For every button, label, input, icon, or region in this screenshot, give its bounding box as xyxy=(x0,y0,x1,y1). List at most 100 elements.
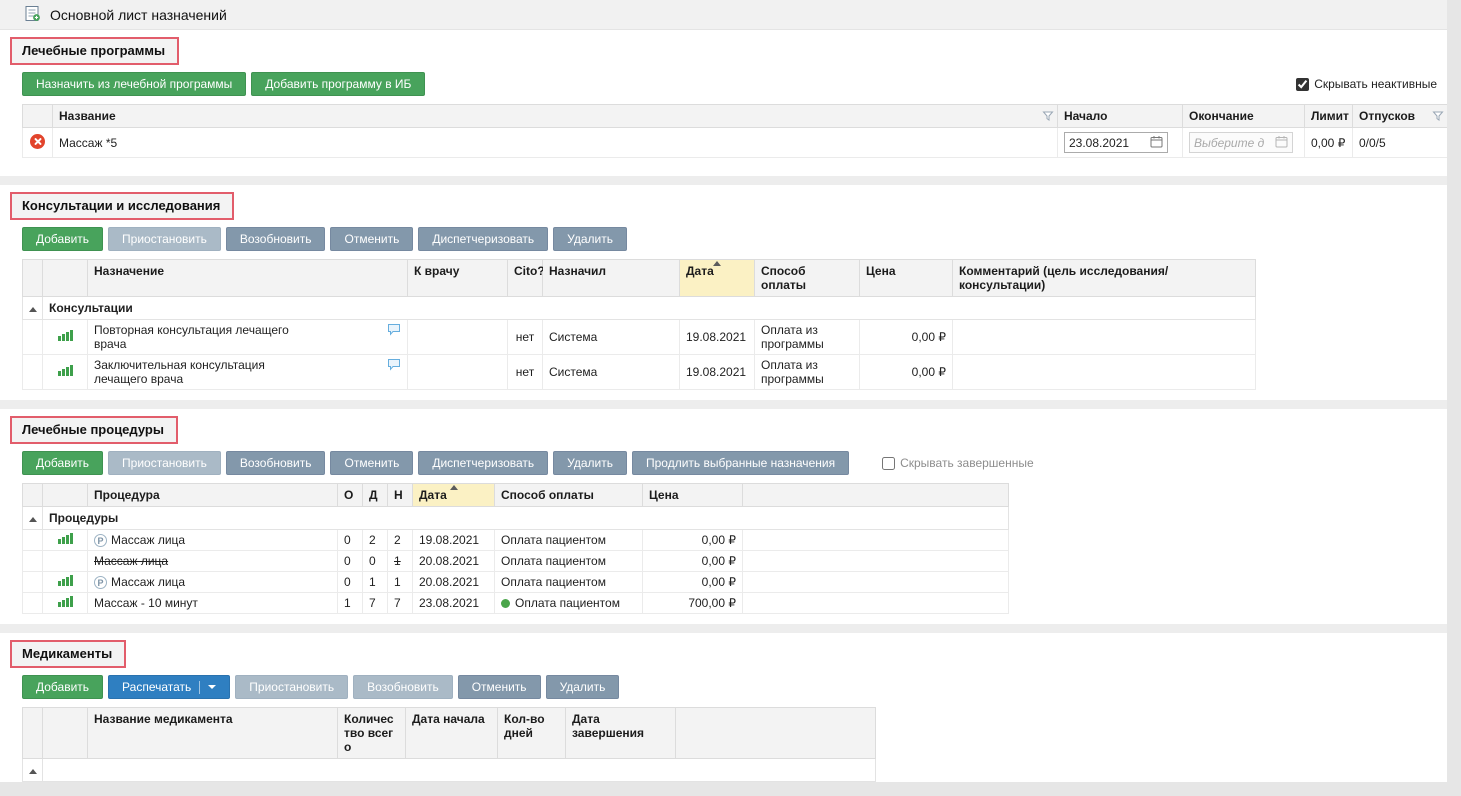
cell-price: 0,00 ₽ xyxy=(643,551,743,572)
column-header-assigned-by[interactable]: Назначил xyxy=(543,260,680,297)
cell-assignment: Повторная консультация лечащего врача xyxy=(88,320,408,355)
column-header-vacations[interactable]: Отпусков xyxy=(1353,105,1448,128)
calendar-icon[interactable] xyxy=(1150,135,1163,151)
cell-status xyxy=(43,551,88,572)
column-header-start[interactable]: Дата начала xyxy=(406,708,498,759)
status-active-icon xyxy=(58,575,73,586)
pause-consultation-button[interactable]: Приостановить xyxy=(108,227,221,251)
cell-procedure-name: Массаж лица xyxy=(88,572,338,593)
hide-completed-checkbox-input[interactable] xyxy=(882,457,895,470)
delete-consultation-button[interactable]: Удалить xyxy=(553,227,627,251)
collapse-group-icon[interactable] xyxy=(29,769,37,774)
column-header-doctor[interactable]: К врачу xyxy=(408,260,508,297)
pause-procedure-button[interactable]: Приостановить xyxy=(108,451,221,475)
column-header-med-name[interactable]: Название медикамента xyxy=(88,708,338,759)
pause-medication-button[interactable]: Приостановить xyxy=(235,675,348,699)
comment-bubble-icon[interactable] xyxy=(387,358,401,374)
consultation-row[interactable]: Заключительная консультация лечащего вра… xyxy=(23,355,1256,390)
hide-inactive-checkbox-input[interactable] xyxy=(1296,78,1309,91)
column-header-end[interactable]: Дата завершения xyxy=(566,708,676,759)
deactivate-program-icon[interactable] xyxy=(30,134,45,149)
column-header-payment[interactable]: Способ оплаты xyxy=(495,484,643,507)
medications-table: Название медикамента Количество всего Да… xyxy=(22,707,876,782)
delete-procedure-button[interactable]: Удалить xyxy=(553,451,627,475)
procedure-row[interactable]: Массаж лица 0 0 1 20.08.2021 Оплата паци… xyxy=(23,551,1009,572)
column-header-cito[interactable]: Cito? xyxy=(508,260,543,297)
collapse-group-icon[interactable] xyxy=(29,517,37,522)
column-header-limit[interactable]: Лимит xyxy=(1305,105,1353,128)
procedure-row[interactable]: Массаж - 10 минут 1 7 7 23.08.2021 Оплат… xyxy=(23,593,1009,614)
column-header-price[interactable]: Цена xyxy=(860,260,953,297)
column-header-end[interactable]: Окончание xyxy=(1183,105,1305,128)
cancel-consultation-button[interactable]: Отменить xyxy=(330,227,413,251)
hide-inactive-checkbox[interactable]: Скрывать неактивные xyxy=(1296,77,1437,91)
end-date-input[interactable]: Выберите д xyxy=(1189,132,1293,153)
delete-medication-button[interactable]: Удалить xyxy=(546,675,620,699)
column-header-name[interactable]: Название xyxy=(53,105,1058,128)
resume-consultation-button[interactable]: Возобновить xyxy=(226,227,326,251)
add-medication-button[interactable]: Добавить xyxy=(22,675,103,699)
cell-n: 2 xyxy=(388,530,413,551)
group-label: Консультации xyxy=(43,297,1256,320)
column-header-comment[interactable]: Комментарий (цель исследования/ консульт… xyxy=(953,260,1256,297)
cell-o: 0 xyxy=(338,572,363,593)
collapse-group-icon[interactable] xyxy=(29,307,37,312)
section-title-programs: Лечебные программы xyxy=(10,37,179,65)
cell-date: 19.08.2021 xyxy=(680,355,755,390)
cell-cito: нет xyxy=(508,320,543,355)
column-header-date[interactable]: Дата xyxy=(680,260,755,297)
column-header-price[interactable]: Цена xyxy=(643,484,743,507)
column-header-status xyxy=(43,484,88,507)
dispatch-procedure-button[interactable]: Диспетчеризовать xyxy=(418,451,548,475)
button-separator xyxy=(199,681,200,694)
dispatch-consultation-button[interactable]: Диспетчеризовать xyxy=(418,227,548,251)
column-header-assignment[interactable]: Назначение xyxy=(88,260,408,297)
column-header-payment[interactable]: Способ оплаты xyxy=(755,260,860,297)
hide-completed-checkbox[interactable]: Скрывать завершенные xyxy=(882,456,1034,470)
procedures-section-head: Лечебные процедуры xyxy=(0,409,1447,448)
medications-section: Добавить Распечатать Приостановить Возоб… xyxy=(0,675,1447,782)
cell-expand xyxy=(23,297,43,320)
filter-icon[interactable] xyxy=(1042,110,1054,125)
cell-comment xyxy=(953,355,1256,390)
resume-medication-button[interactable]: Возобновить xyxy=(353,675,453,699)
column-header-o[interactable]: О xyxy=(338,484,363,507)
cell-payment: Оплата из программы xyxy=(755,320,860,355)
extend-selected-button[interactable]: Продлить выбранные назначения xyxy=(632,451,849,475)
cell-status xyxy=(43,782,88,783)
comment-bubble-icon[interactable] xyxy=(387,323,401,339)
assign-from-program-button[interactable]: Назначить из лечебной программы xyxy=(22,72,246,96)
medication-row[interactable]: Анаприлин 10 (Anaprilin) 10 23.08.2021 1… xyxy=(23,782,876,783)
column-header-procedure[interactable]: Процедура xyxy=(88,484,338,507)
procedure-row[interactable]: Массаж лица 0 2 2 19.08.2021 Оплата паци… xyxy=(23,530,1009,551)
cancel-procedure-button[interactable]: Отменить xyxy=(330,451,413,475)
cell-price: 0,00 ₽ xyxy=(643,530,743,551)
cell-price: 0,00 ₽ xyxy=(860,355,953,390)
column-header-start[interactable]: Начало xyxy=(1058,105,1183,128)
print-button[interactable]: Распечатать xyxy=(108,675,230,699)
calendar-icon[interactable] xyxy=(1275,135,1288,151)
add-procedure-button[interactable]: Добавить xyxy=(22,451,103,475)
cell-empty xyxy=(743,572,1009,593)
consultation-row[interactable]: Повторная консультация лечащего врача не… xyxy=(23,320,1256,355)
cell-payment: Оплата пациентом xyxy=(495,530,643,551)
program-row[interactable]: Массаж *5 23.08.2021 Выберите д xyxy=(23,128,1448,158)
column-header-date[interactable]: Дата xyxy=(413,484,495,507)
add-program-to-ib-button[interactable]: Добавить программу в ИБ xyxy=(251,72,425,96)
start-date-input[interactable]: 23.08.2021 xyxy=(1064,132,1168,153)
cancel-medication-button[interactable]: Отменить xyxy=(458,675,541,699)
column-header-n[interactable]: Н xyxy=(388,484,413,507)
cell-days: 10 xyxy=(498,782,566,783)
column-header-days[interactable]: Кол-во дней xyxy=(498,708,566,759)
column-header-qty[interactable]: Количество всего xyxy=(338,708,406,759)
app-window: Основной лист назначений Лечебные програ… xyxy=(0,0,1447,782)
chevron-down-icon[interactable] xyxy=(208,685,216,689)
filter-icon[interactable] xyxy=(1432,110,1444,125)
procedure-row[interactable]: Массаж лица 0 1 1 20.08.2021 Оплата паци… xyxy=(23,572,1009,593)
cell-payment: Оплата пациентом xyxy=(495,551,643,572)
cell-status xyxy=(43,355,88,390)
resume-procedure-button[interactable]: Возобновить xyxy=(226,451,326,475)
cell-empty xyxy=(743,551,1009,572)
column-header-d[interactable]: Д xyxy=(363,484,388,507)
add-consultation-button[interactable]: Добавить xyxy=(22,227,103,251)
